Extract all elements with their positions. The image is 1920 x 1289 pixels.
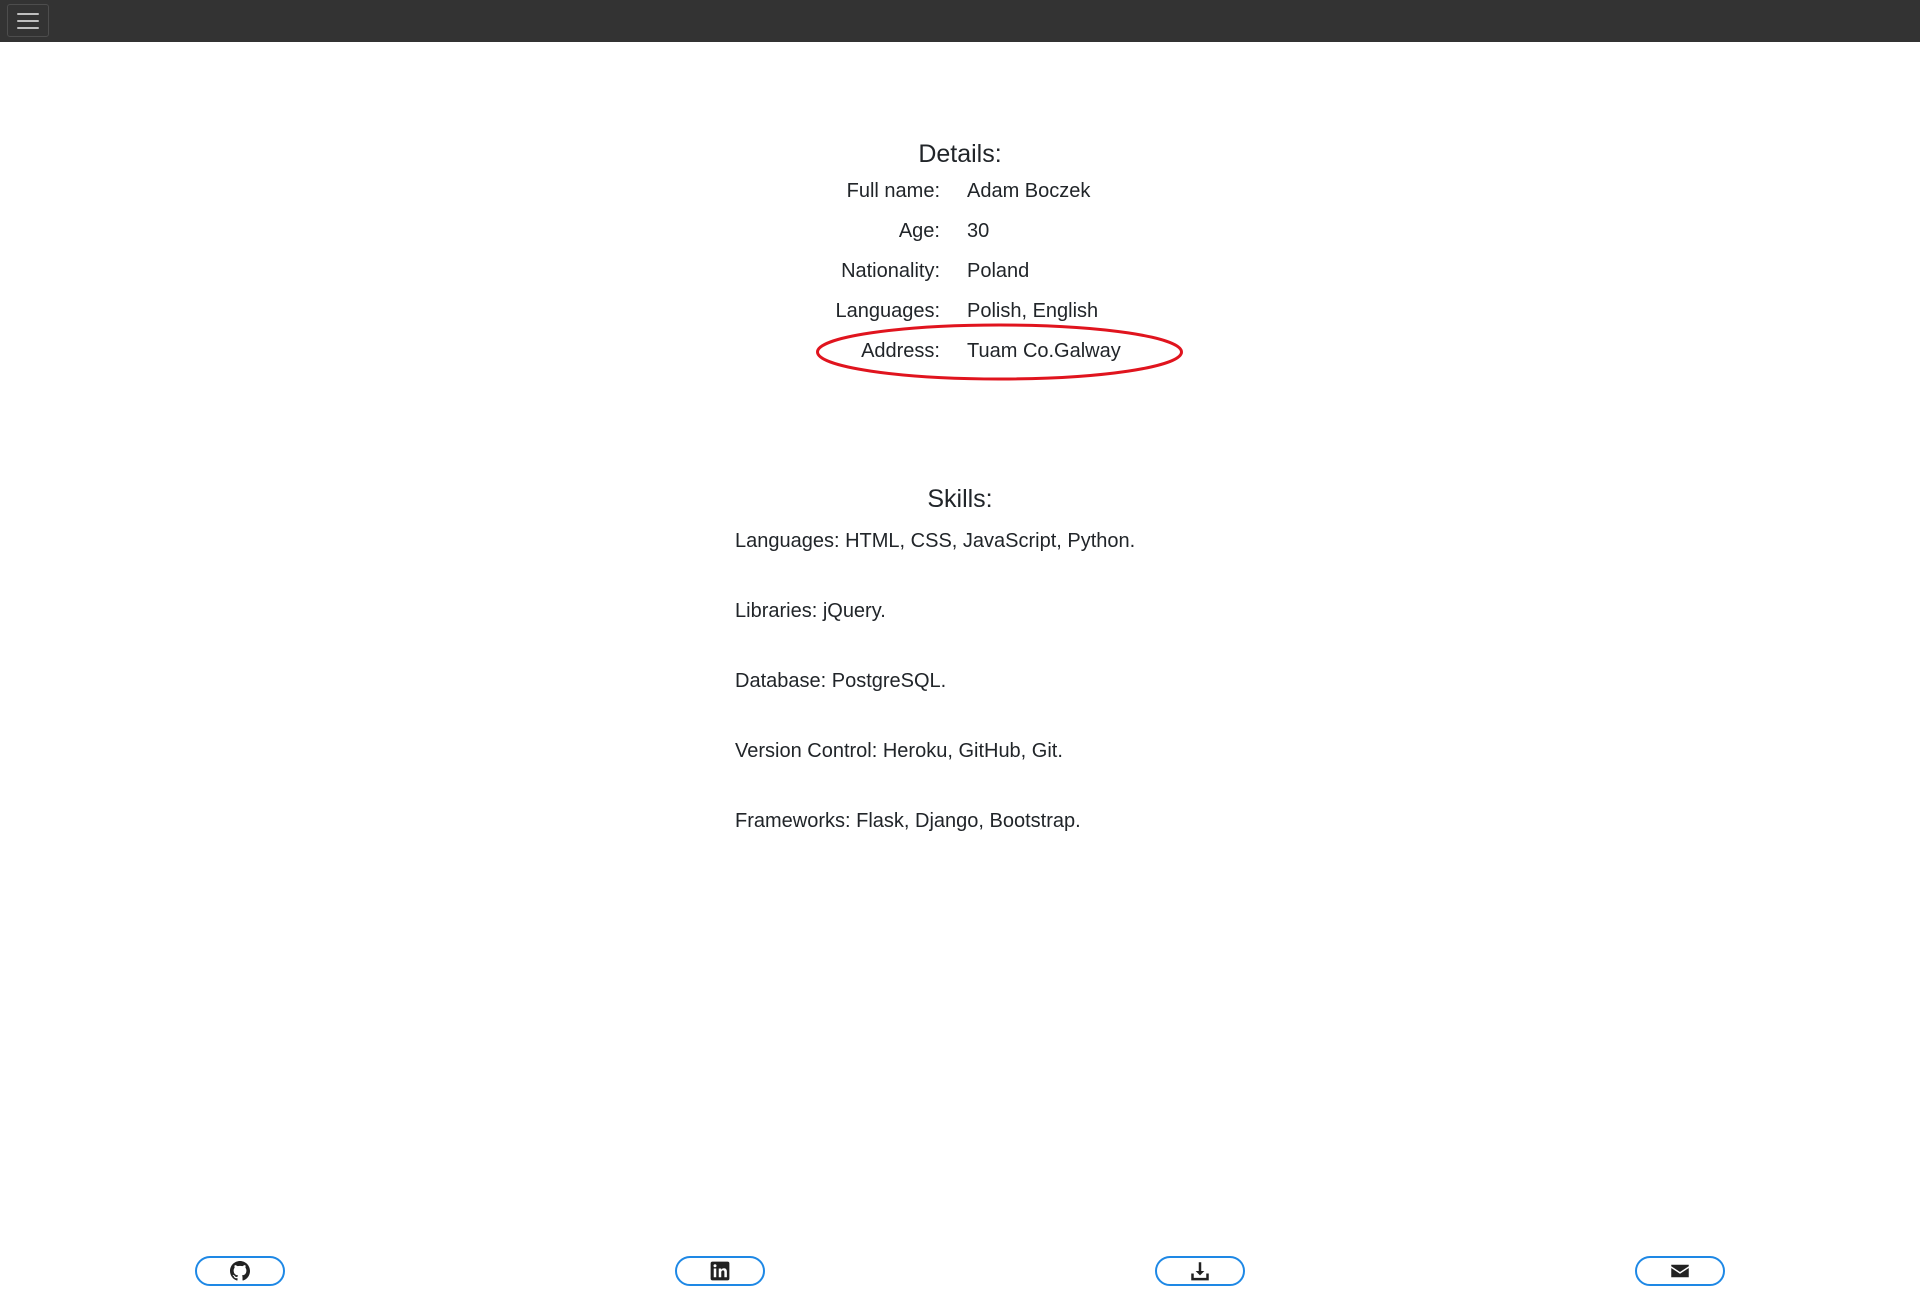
detail-label: Nationality:	[841, 260, 940, 282]
skill-item-frameworks: Frameworks: Flask, Django, Bootstrap.	[735, 810, 1081, 832]
detail-label: Full name:	[846, 180, 940, 202]
address-highlight-ellipse	[816, 323, 1183, 381]
skill-item-database: Database: PostgreSQL.	[735, 670, 947, 692]
detail-label: Languages:	[835, 300, 940, 322]
download-cv-button[interactable]	[1155, 1256, 1245, 1286]
detail-value: 30	[967, 220, 990, 242]
detail-row-nationality: Nationality: Poland	[0, 260, 1920, 290]
detail-value: Polish, English	[967, 300, 1099, 322]
linkedin-icon	[710, 1261, 730, 1281]
detail-row-full-name: Full name: Adam Boczek	[0, 180, 1920, 210]
detail-value: Poland	[967, 260, 1030, 282]
detail-row-age: Age: 30	[0, 220, 1920, 250]
email-button[interactable]	[1635, 1256, 1725, 1286]
skills-title: Skills:	[927, 485, 993, 513]
detail-value: Adam Boczek	[967, 180, 1091, 202]
envelope-icon	[1671, 1264, 1689, 1278]
github-button[interactable]	[195, 1256, 285, 1286]
skill-item-libraries: Libraries: jQuery.	[735, 600, 886, 622]
skill-item-languages: Languages: HTML, CSS, JavaScript, Python…	[735, 530, 1136, 552]
details-title: Details:	[918, 140, 1002, 168]
navbar-toggle-button[interactable]	[7, 4, 49, 37]
detail-label: Age:	[898, 220, 940, 242]
download-icon	[1191, 1262, 1209, 1281]
hamburger-menu-icon-bar	[17, 19, 39, 22]
github-icon	[230, 1261, 250, 1281]
navbar	[0, 0, 1920, 42]
linkedin-button[interactable]	[675, 1256, 765, 1286]
hamburger-menu-icon	[17, 12, 39, 15]
hamburger-menu-icon-bar	[17, 26, 39, 29]
skill-item-version-control: Version Control: Heroku, GitHub, Git.	[735, 740, 1063, 762]
